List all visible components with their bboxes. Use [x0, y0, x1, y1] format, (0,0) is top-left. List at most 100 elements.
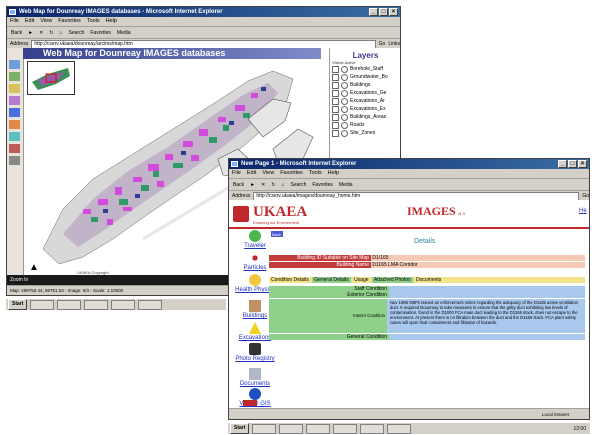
menu-help[interactable]: Help — [328, 169, 339, 178]
layer-active-radio[interactable] — [341, 97, 348, 105]
stop-icon[interactable]: ✕ — [38, 30, 44, 36]
layer-row[interactable]: Excavations_Ex — [330, 105, 400, 113]
minimize-button[interactable]: _ — [369, 8, 378, 16]
help-link[interactable]: He — [579, 208, 587, 214]
media-button[interactable]: Media — [116, 30, 132, 36]
menu-edit[interactable]: Edit — [25, 17, 34, 26]
measure-tool-icon[interactable] — [9, 120, 20, 129]
layer-visible-checkbox[interactable] — [332, 97, 339, 105]
menu-view[interactable]: View — [262, 169, 274, 178]
layer-active-radio[interactable] — [341, 113, 348, 121]
map-window-titlebar[interactable]: Web Map for Dounreay IMAGES databases - … — [7, 7, 400, 17]
menu-tools[interactable]: Tools — [309, 169, 322, 178]
minimize-button[interactable]: _ — [558, 160, 567, 168]
layer-visible-checkbox[interactable] — [332, 121, 339, 129]
layer-visible-checkbox[interactable] — [332, 113, 339, 121]
print-tool-icon[interactable] — [9, 156, 20, 165]
taskbar-item[interactable] — [333, 423, 358, 434]
favorites-button[interactable]: Favorites — [311, 182, 334, 188]
maximize-button[interactable]: □ — [379, 8, 388, 16]
search-button[interactable]: Search — [290, 182, 308, 188]
layer-active-radio[interactable] — [341, 129, 348, 137]
layer-visible-checkbox[interactable] — [332, 81, 339, 89]
zoom-out-tool-icon[interactable] — [9, 72, 20, 81]
home-icon[interactable]: ⌂ — [280, 182, 285, 188]
refresh-icon[interactable]: ↻ — [48, 30, 54, 36]
close-button[interactable]: × — [578, 160, 587, 168]
layer-visible-checkbox[interactable] — [332, 105, 339, 113]
layer-row[interactable]: Buildings_Areas — [330, 113, 400, 121]
layer-active-radio[interactable] — [341, 89, 348, 97]
menu-help[interactable]: Help — [106, 17, 117, 26]
taskbar-item[interactable] — [30, 299, 55, 310]
layer-active-radio[interactable] — [341, 73, 348, 81]
taskbar-item[interactable] — [84, 299, 109, 310]
layer-row[interactable]: Site_Zones — [330, 129, 400, 137]
media-button[interactable]: Media — [338, 182, 354, 188]
menu-favorites[interactable]: Favorites — [280, 169, 303, 178]
layer-label: Buildings — [350, 82, 371, 88]
tab-usage[interactable]: Usage — [352, 277, 370, 283]
refresh-icon[interactable]: ↻ — [270, 182, 276, 188]
taskbar-item[interactable] — [279, 423, 304, 434]
full-extent-tool-icon[interactable] — [9, 96, 20, 105]
close-button[interactable]: × — [389, 8, 398, 16]
layer-row[interactable]: Excavations_Ar — [330, 97, 400, 105]
back-button[interactable]: Back — [232, 182, 245, 188]
layer-active-radio[interactable] — [341, 121, 348, 129]
maximize-button[interactable]: □ — [568, 160, 577, 168]
layer-active-radio[interactable] — [341, 105, 348, 113]
stop-icon[interactable]: ✕ — [260, 182, 266, 188]
identify-tool-icon[interactable] — [9, 108, 20, 117]
layer-row[interactable]: Roads — [330, 121, 400, 129]
start-button[interactable]: Start — [8, 299, 28, 310]
menu-favorites[interactable]: Favorites — [58, 17, 81, 26]
taskbar-item[interactable] — [138, 299, 163, 310]
zoom-status: Zoom In — [10, 277, 29, 283]
layer-row[interactable]: Buildings — [330, 81, 400, 89]
layer-row[interactable]: Excavations_Ge — [330, 89, 400, 97]
menu-tools[interactable]: Tools — [87, 17, 100, 26]
layer-visible-checkbox[interactable] — [332, 129, 339, 137]
pan-tool-icon[interactable] — [9, 84, 20, 93]
forward-icon[interactable]: ► — [249, 182, 256, 188]
tab-condition-details[interactable]: Condition Details — [269, 277, 311, 283]
home-icon[interactable]: ⌂ — [58, 30, 63, 36]
select-tool-icon[interactable] — [9, 132, 20, 141]
taskbar-item[interactable] — [306, 423, 331, 434]
go-button[interactable]: Go — [379, 41, 386, 47]
layer-visible-checkbox[interactable] — [332, 73, 339, 81]
layer-row[interactable]: Borehole_Staff — [330, 65, 400, 73]
nav-photo-registry[interactable]: Photo Registry — [229, 343, 281, 362]
forward-icon[interactable]: ► — [27, 30, 34, 36]
nav-documents[interactable]: Documents — [229, 368, 281, 387]
query-tool-icon[interactable] — [9, 144, 20, 153]
nav-traveler[interactable]: Traveler — [229, 230, 281, 249]
taskbar-item[interactable] — [252, 423, 277, 434]
menu-file[interactable]: File — [10, 17, 19, 26]
layer-visible-checkbox[interactable] — [332, 89, 339, 97]
menu-file[interactable]: File — [232, 169, 241, 178]
layer-active-radio[interactable] — [341, 81, 348, 89]
layer-visible-checkbox[interactable] — [332, 65, 339, 73]
favorites-button[interactable]: Favorites — [89, 30, 112, 36]
taskbar-item[interactable] — [360, 423, 385, 434]
zoom-in-tool-icon[interactable] — [9, 60, 20, 69]
go-button[interactable]: Go — [582, 193, 589, 199]
taskbar-item[interactable] — [57, 299, 82, 310]
taskbar-item[interactable] — [387, 423, 412, 434]
search-button[interactable]: Search — [68, 30, 86, 36]
links-label[interactable]: Links — [388, 41, 400, 47]
tab-documents[interactable]: Documents — [414, 277, 443, 283]
ie-icon — [231, 161, 238, 167]
start-button[interactable]: Start — [230, 423, 250, 434]
layer-active-radio[interactable] — [341, 65, 348, 73]
menu-edit[interactable]: Edit — [247, 169, 256, 178]
taskbar-item[interactable] — [111, 299, 136, 310]
detail-window-titlebar[interactable]: New Page 1 - Microsoft Internet Explorer… — [229, 159, 589, 169]
layer-row[interactable]: Groundwater_Bo — [330, 73, 400, 81]
tab-attached-photos[interactable]: Attached Photos — [371, 277, 413, 283]
menu-view[interactable]: View — [40, 17, 52, 26]
back-button[interactable]: Back — [10, 30, 23, 36]
tab-general-details[interactable]: General Details — [312, 277, 351, 283]
